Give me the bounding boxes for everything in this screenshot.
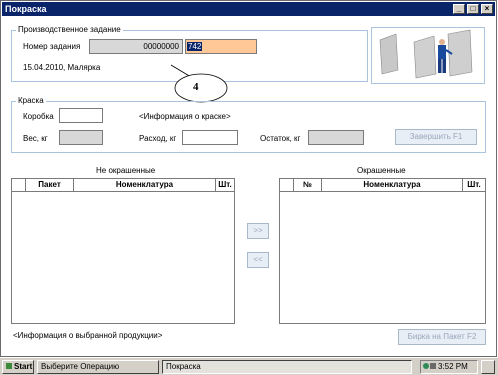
weight-label: Вес, кг — [23, 134, 48, 143]
finish-button[interactable]: Завершить F1 — [395, 129, 477, 145]
remainder-field — [308, 130, 364, 145]
title-bar: Покраска _ □ × — [2, 2, 495, 16]
order-input-text: 742 — [187, 42, 203, 51]
consumption-label: Расход, кг — [139, 134, 177, 143]
callout-number: 4 — [193, 81, 199, 93]
order-number-label: Номер задания — [23, 42, 81, 51]
unpainted-list[interactable]: Пакет Номенклатура Шт. — [11, 178, 235, 324]
unpainted-list-header: Пакет Номенклатура Шт. — [12, 179, 234, 192]
taskbar-item-painting[interactable]: Покраска — [162, 360, 412, 374]
app-window: Покраска _ □ × Производственное задание … — [0, 0, 497, 357]
painted-col-nomenclature[interactable]: Номенклатура — [322, 179, 463, 191]
start-button[interactable]: Start — [2, 360, 34, 374]
system-tray: 3:52 PM — [420, 360, 478, 374]
paint-info-text: <Информация о краске> — [139, 112, 231, 121]
production-order-label: Производственное задание — [16, 25, 123, 34]
painted-list[interactable]: № Номенклатура Шт. — [279, 178, 486, 324]
maximize-button[interactable]: □ — [467, 4, 479, 14]
weight-field — [59, 130, 103, 145]
minimize-button[interactable]: _ — [453, 4, 465, 14]
painted-title: Окрашенные — [357, 166, 406, 175]
painted-col-marker — [280, 179, 294, 191]
unpainted-col-packet[interactable]: Пакет — [26, 179, 74, 191]
remainder-label: Остаток, кг — [260, 134, 301, 143]
paint-group-label: Краска — [16, 96, 46, 105]
unpainted-title: Не окрашенные — [96, 166, 156, 175]
painted-col-number[interactable]: № — [294, 179, 322, 191]
windows-logo-icon — [6, 363, 12, 369]
painted-list-header: № Номенклатура Шт. — [280, 179, 485, 192]
order-input[interactable]: 742 — [185, 39, 257, 54]
unpainted-col-marker — [12, 179, 26, 191]
close-button[interactable]: × — [481, 4, 493, 14]
start-label: Start — [14, 362, 33, 371]
painter-illustration-icon — [379, 29, 473, 79]
painted-col-qty[interactable]: Шт. — [463, 179, 485, 191]
clock: 3:52 PM — [438, 362, 468, 371]
picture-frame — [371, 27, 485, 84]
unpainted-col-qty[interactable]: Шт. — [216, 179, 234, 191]
taskbar: Start Выберите Операцию Покраска 3:52 PM — [0, 357, 498, 375]
network-icon[interactable] — [423, 363, 429, 369]
move-to-painted-button[interactable]: >> — [247, 223, 269, 239]
box-input[interactable] — [59, 108, 103, 123]
packet-tag-button[interactable]: Бирка на Пакет F2 — [398, 329, 486, 345]
order-number-field: 00000000 — [89, 39, 183, 54]
unpainted-col-nomenclature[interactable]: Номенклатура — [74, 179, 216, 191]
consumption-input[interactable] — [182, 130, 238, 145]
callout-bubble — [170, 64, 228, 103]
speaker-icon[interactable] — [430, 363, 436, 369]
order-info-text: 15.04.2010, Малярка — [23, 63, 101, 72]
window-title: Покраска — [5, 4, 47, 14]
box-label: Коробка — [23, 112, 54, 121]
taskbar-item-select-operation[interactable]: Выберите Операцию — [37, 360, 159, 374]
desktop-icon[interactable] — [481, 360, 495, 374]
move-to-unpainted-button[interactable]: << — [247, 252, 269, 268]
selected-product-info: <Информация о выбранной продукции> — [13, 331, 163, 340]
